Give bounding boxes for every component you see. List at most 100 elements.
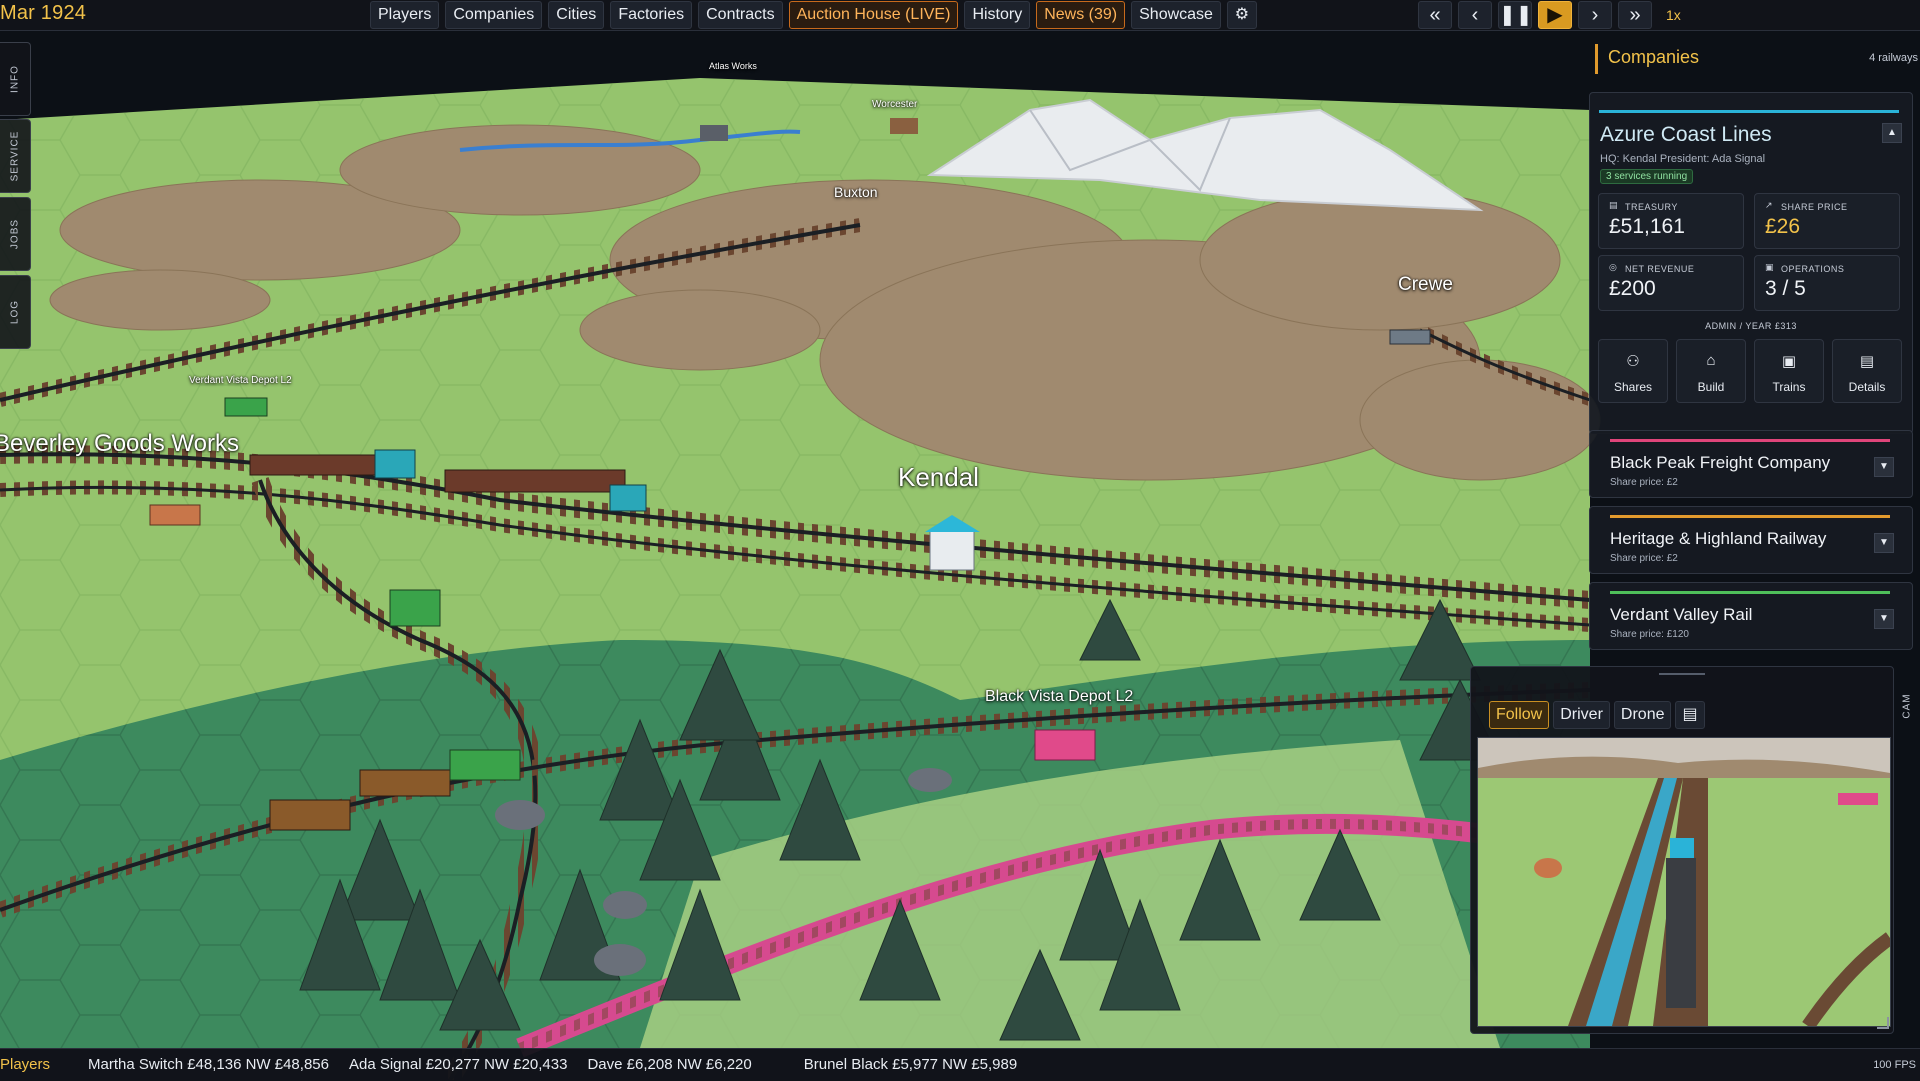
expand-button[interactable]: ▼ xyxy=(1874,457,1894,477)
pause-button[interactable]: ❚❚ xyxy=(1498,1,1533,29)
stat-label: TREASURY xyxy=(1625,202,1678,212)
side-tab-label: LOG xyxy=(9,299,21,325)
action-label: Shares xyxy=(1613,380,1653,394)
nav-companies-button[interactable]: Companies xyxy=(445,1,543,29)
side-tab-jobs[interactable]: JOBS xyxy=(0,197,31,271)
camera-notes-button[interactable]: ▤ xyxy=(1675,701,1705,729)
map-label-crewe[interactable]: Crewe xyxy=(1398,274,1453,296)
side-tab-service[interactable]: SERVICE xyxy=(0,119,31,193)
stat-label: SHARE PRICE xyxy=(1781,202,1848,212)
resize-handle[interactable] xyxy=(1877,1017,1889,1029)
map-label-kendal[interactable]: Kendal xyxy=(898,462,979,493)
collapse-button[interactable]: ▲ xyxy=(1882,123,1902,143)
side-tab-info[interactable]: INFO xyxy=(0,42,31,116)
player-entry[interactable]: Martha Switch £48,136 NW £48,856 xyxy=(88,1056,329,1073)
nav-players-button[interactable]: Players xyxy=(370,1,440,29)
camera-follow-button[interactable]: Follow xyxy=(1489,701,1550,729)
side-tab-label: SERVICE xyxy=(9,130,21,182)
coin-icon: ◎ xyxy=(1609,262,1617,272)
nav-contracts-button[interactable]: Contracts xyxy=(698,1,783,29)
speed-indicator: 1x xyxy=(1666,7,1681,23)
nav-showcase-button[interactable]: Showcase xyxy=(1131,1,1221,29)
document-icon: ▤ xyxy=(1682,706,1698,723)
map-label-atlas[interactable]: Atlas Works xyxy=(709,61,757,71)
train-icon: ▣ xyxy=(1781,353,1797,370)
stat-value: £51,161 xyxy=(1609,215,1685,238)
chevron-down-icon: ▼ xyxy=(1879,461,1889,472)
action-label: Trains xyxy=(1772,380,1806,394)
pause-icon: ❚❚ xyxy=(1499,4,1533,26)
expand-button[interactable]: ▼ xyxy=(1874,533,1894,553)
company-name: Azure Coast Lines xyxy=(1600,123,1772,146)
gear-icon: ⚙ xyxy=(1234,6,1250,23)
company-accent-bar xyxy=(1610,439,1890,442)
company-accent-bar xyxy=(1599,110,1899,113)
camera-driver-button[interactable]: Driver xyxy=(1553,701,1610,729)
companies-title: Companies xyxy=(1608,47,1700,67)
company-accent-bar xyxy=(1610,591,1890,594)
nav-auction-house-button[interactable]: Auction House (LIVE) xyxy=(788,1,959,29)
players-label[interactable]: Players xyxy=(0,1056,50,1073)
map-label-worcester[interactable]: Worcester xyxy=(872,99,917,110)
build-button[interactable]: ⌂ Build xyxy=(1676,339,1746,403)
company-card-black-peak[interactable]: Black Peak Freight Company Share price: … xyxy=(1589,430,1913,498)
map-label-black-depot[interactable]: Black Vista Depot L2 xyxy=(985,688,1133,706)
step-back-button[interactable]: ‹ xyxy=(1458,1,1492,29)
play-icon: ▶ xyxy=(1547,4,1563,26)
settings-button[interactable]: ⚙ xyxy=(1226,1,1257,29)
chevron-right-icon: › xyxy=(1591,4,1599,26)
nav-cities-button[interactable]: Cities xyxy=(548,1,605,29)
companies-panel-header: Companies 4 railways xyxy=(1595,44,1918,74)
drag-handle[interactable] xyxy=(1659,673,1705,675)
player-entry[interactable]: Ada Signal £20,277 NW £20,433 xyxy=(349,1056,568,1073)
step-forward-button[interactable]: › xyxy=(1578,1,1612,29)
company-name: Heritage & Highland Railway xyxy=(1610,529,1827,548)
camera-drone-button[interactable]: Drone xyxy=(1613,701,1672,729)
trains-button[interactable]: ▣ Trains xyxy=(1754,339,1824,403)
fast-forward-button[interactable]: » xyxy=(1618,1,1652,29)
nav-history-button[interactable]: History xyxy=(964,1,1031,29)
admin-cost: ADMIN / YEAR £313 xyxy=(1705,321,1797,331)
nav-factories-button[interactable]: Factories xyxy=(610,1,693,29)
stat-value: £26 xyxy=(1765,215,1801,238)
player-entry[interactable]: Brunel Black £5,977 NW £5,989 xyxy=(804,1056,1017,1073)
side-tab-label: CAM xyxy=(1901,693,1913,719)
camera-panel: Follow Driver Drone ▤ xyxy=(1470,666,1894,1034)
camera-side-tab[interactable]: CAM xyxy=(1894,686,1920,726)
map-label-beverley[interactable]: Beverley Goods Works xyxy=(0,430,239,458)
shares-button[interactable]: ⚇ Shares xyxy=(1598,339,1668,403)
company-name: Black Peak Freight Company xyxy=(1610,453,1831,472)
company-hq: HQ: Kendal President: Ada Signal xyxy=(1600,153,1766,165)
expand-button[interactable]: ▼ xyxy=(1874,609,1894,629)
map-label-verdant-depot[interactable]: Verdant Vista Depot L2 xyxy=(189,375,292,386)
double-chevron-right-icon: » xyxy=(1629,4,1641,26)
company-share-price: Share price: £2 xyxy=(1610,477,1678,488)
action-label: Details xyxy=(1848,380,1886,394)
chevron-down-icon: ▼ xyxy=(1879,537,1889,548)
treasury-icon: ▤ xyxy=(1609,200,1618,210)
fps-counter: 100 FPS xyxy=(1873,1059,1916,1071)
company-card-verdant-valley[interactable]: Verdant Valley Rail Share price: £120 ▼ xyxy=(1589,582,1913,650)
map-label-buxton[interactable]: Buxton xyxy=(834,184,878,200)
playback-controls: « ‹ ❚❚ ▶ › » 1x xyxy=(1418,1,1681,29)
stat-value: £200 xyxy=(1609,277,1656,300)
nav-news-button[interactable]: News (39) xyxy=(1036,1,1126,29)
player-entry[interactable]: Dave £6,208 NW £6,220 xyxy=(587,1056,751,1073)
stat-net-revenue: ◎ NET REVENUE £200 xyxy=(1598,255,1744,311)
chevron-up-icon: ▲ xyxy=(1887,127,1897,138)
train-icon: ▣ xyxy=(1765,262,1774,272)
side-tab-log[interactable]: LOG xyxy=(0,275,31,349)
side-tab-label: JOBS xyxy=(9,218,21,250)
company-share-price: Share price: £120 xyxy=(1610,629,1689,640)
trend-up-icon: ↗ xyxy=(1765,200,1773,210)
play-button[interactable]: ▶ xyxy=(1538,1,1572,29)
game-date: Mar 1924 xyxy=(0,2,87,24)
rewind-fast-button[interactable]: « xyxy=(1418,1,1452,29)
company-share-price: Share price: £2 xyxy=(1610,553,1678,564)
details-button[interactable]: ▤ Details xyxy=(1832,339,1902,403)
company-card-heritage-highland[interactable]: Heritage & Highland Railway Share price:… xyxy=(1589,506,1913,574)
action-label: Build xyxy=(1697,380,1725,394)
stat-operations: ▣ OPERATIONS 3 / 5 xyxy=(1754,255,1900,311)
services-status-badge: 3 services running xyxy=(1600,169,1694,184)
camera-viewport[interactable] xyxy=(1477,737,1891,1027)
